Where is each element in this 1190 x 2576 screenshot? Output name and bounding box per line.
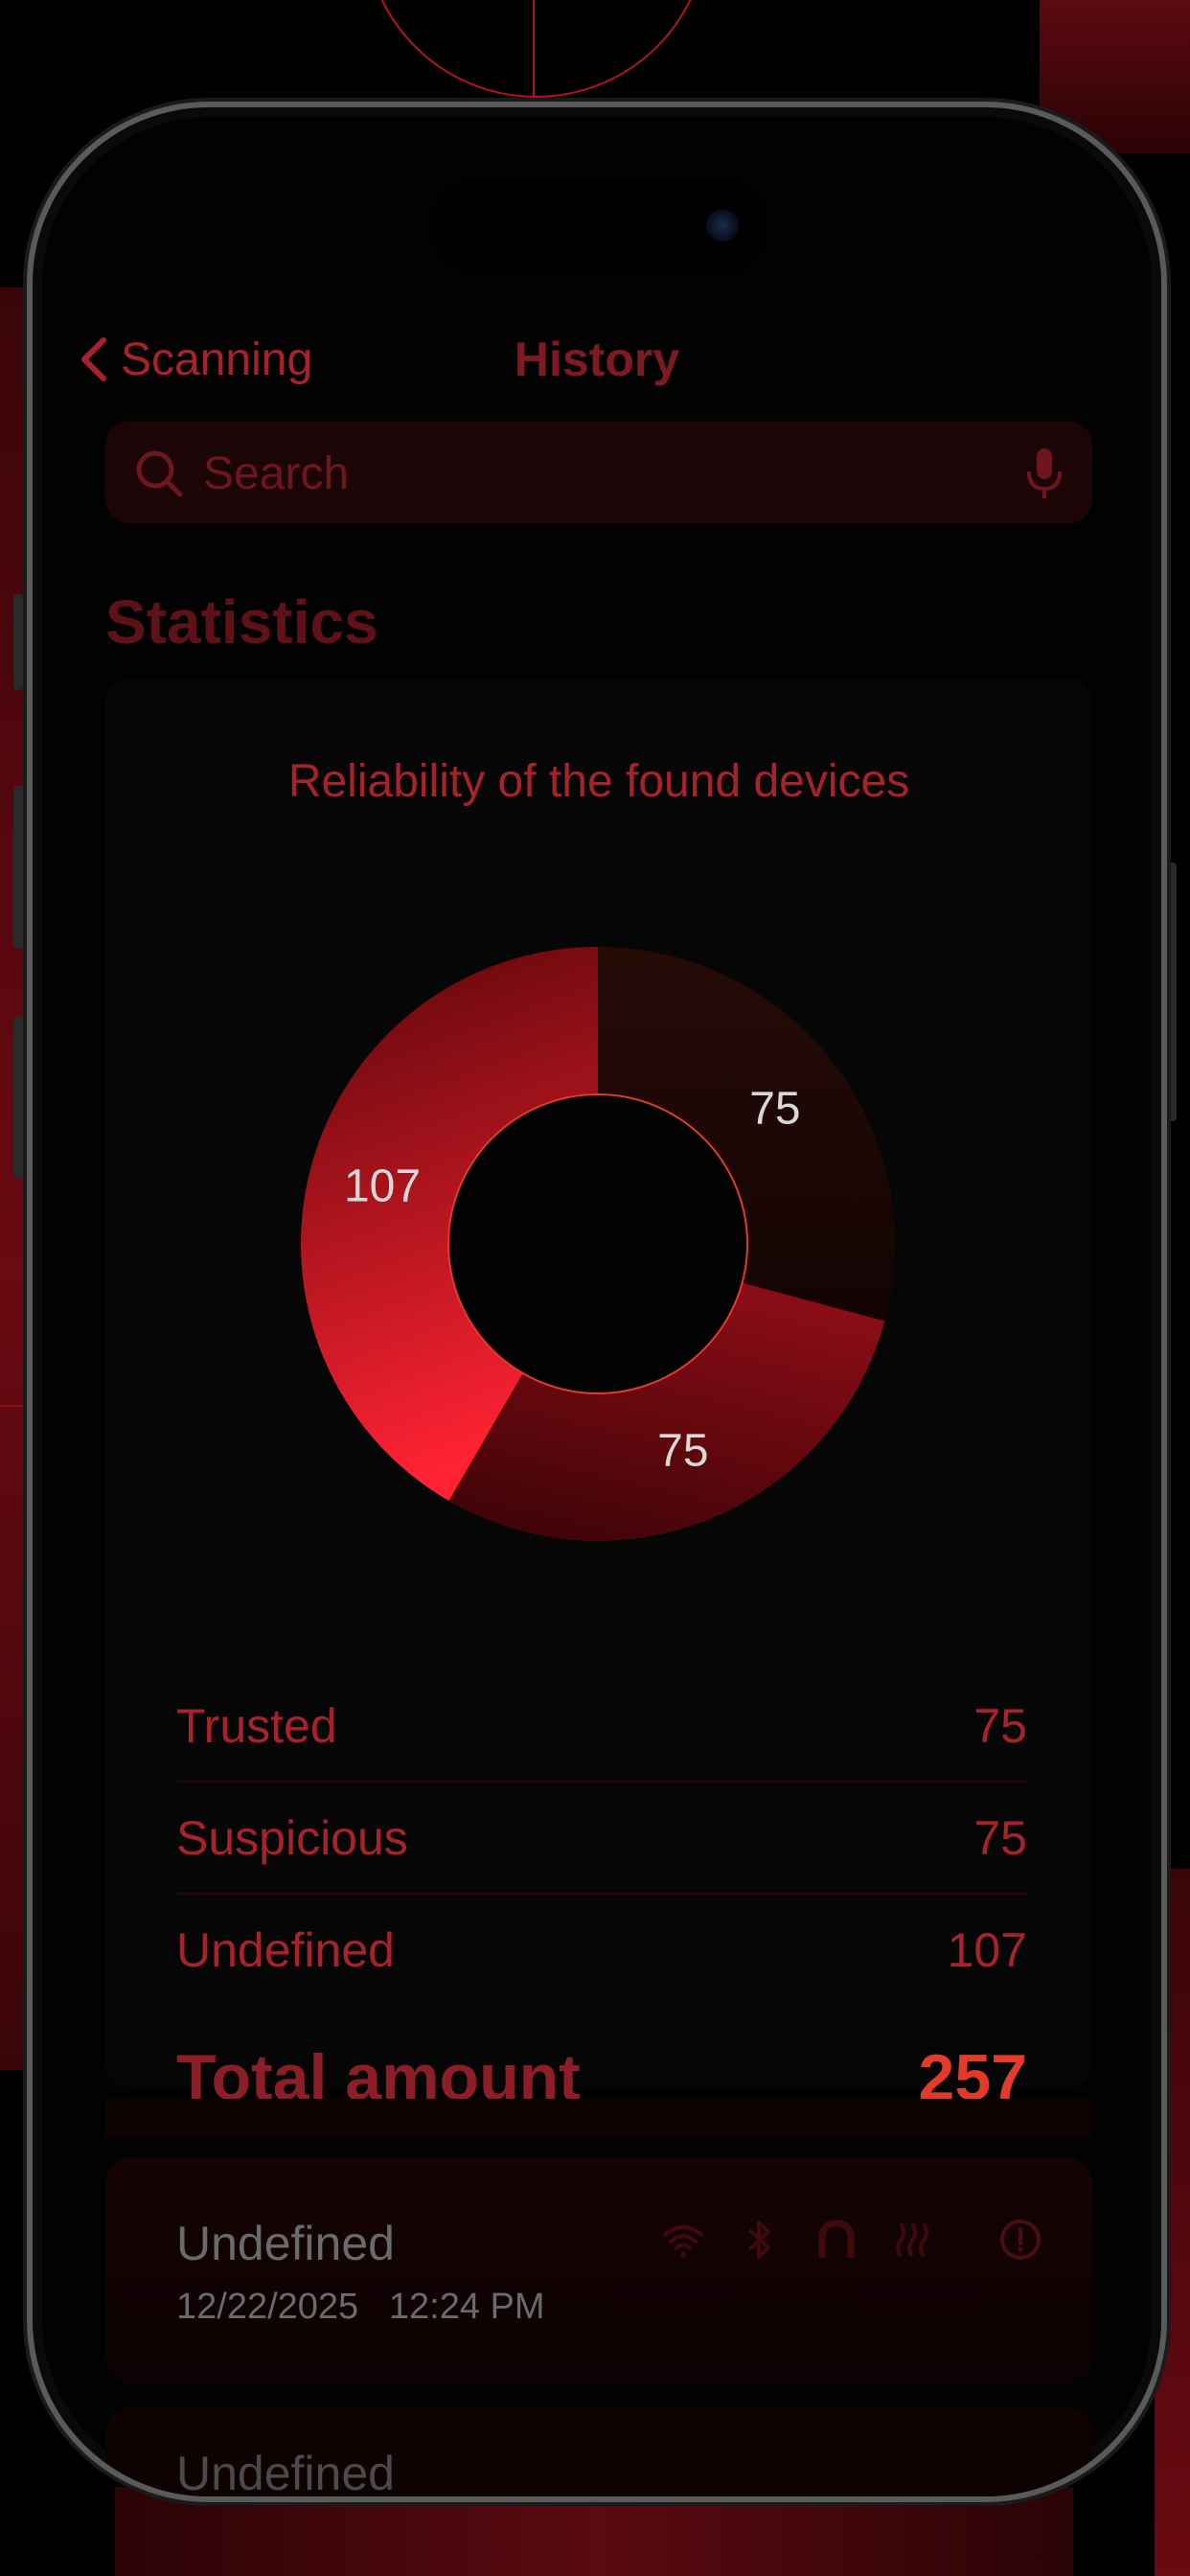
microphone-icon[interactable]: [1025, 447, 1064, 500]
dynamic-island: [434, 176, 766, 276]
stat-value: 75: [973, 1698, 1027, 1753]
history-item-date: 12/22/2025: [176, 2287, 359, 2327]
chart-title: Reliability of the found devices: [287, 756, 910, 807]
section-separator: [105, 2099, 1092, 2137]
stat-row-trusted: Trusted 75: [176, 1669, 1027, 1782]
stat-label: Suspicious: [176, 1810, 408, 1865]
donut-chart: 75 75 107: [301, 947, 895, 1541]
search-input[interactable]: [201, 422, 972, 525]
magnet-icon: [818, 2220, 855, 2258]
history-item-datetime: 12/22/2025 12:24 PM: [176, 2287, 545, 2328]
side-button-volume-down: [13, 1016, 23, 1179]
history-item[interactable]: Undefined: [105, 2407, 1092, 2500]
history-item-title: Undefined: [176, 2217, 395, 2270]
alert-icon: [1000, 2220, 1041, 2260]
side-button-action: [13, 594, 23, 690]
bg-decoration-line: [533, 0, 535, 96]
page-title: History: [514, 333, 680, 386]
stat-row-undefined: Undefined 107: [176, 1894, 1027, 2006]
phone-frame: Scanning History Statistics Reliability …: [27, 102, 1167, 2502]
donut-hole: [447, 1093, 748, 1394]
history-item-title: Undefined: [176, 2447, 395, 2500]
search-icon: [136, 450, 183, 497]
navigation-bar: Scanning History: [33, 326, 1161, 393]
stat-value: 75: [973, 1810, 1027, 1865]
history-item[interactable]: Undefined 12/22/2025 12:24 PM: [105, 2158, 1092, 2384]
bluetooth-icon: [747, 2220, 770, 2259]
side-button-volume-up: [13, 786, 23, 949]
section-title-statistics: Statistics: [105, 587, 378, 656]
donut-slice-label: 75: [749, 1083, 800, 1134]
search-bar[interactable]: [105, 422, 1092, 525]
wifi-icon: [663, 2225, 703, 2258]
statistics-card: Reliability of the found devices 75 75 107: [105, 678, 1092, 2114]
history-item-time: 12:24 PM: [388, 2287, 545, 2327]
side-button-power: [1167, 862, 1177, 1121]
donut-slice-label: 75: [657, 1425, 708, 1476]
bg-decoration-arc: [364, 0, 708, 98]
donut-slice-label: 107: [344, 1161, 421, 1211]
stat-row-suspicious: Suspicious 75: [176, 1782, 1027, 1894]
stat-label: Trusted: [176, 1698, 337, 1753]
heat-icon: [896, 2221, 928, 2258]
stat-value: 107: [947, 1922, 1027, 1977]
history-item-icons: [661, 2218, 935, 2262]
stat-label: Undefined: [176, 1922, 395, 1977]
camera-icon: [706, 209, 739, 242]
